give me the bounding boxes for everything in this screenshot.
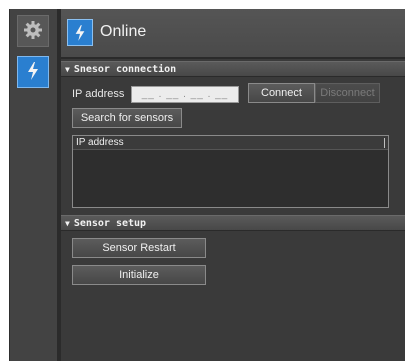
column-header-ip-address[interactable]: IP address: [73, 136, 388, 150]
sensor-list[interactable]: IP address: [72, 135, 389, 208]
ip-address-label: IP address: [72, 88, 125, 100]
disconnect-button[interactable]: Disconnect: [315, 83, 380, 103]
lightning-icon: [25, 61, 41, 84]
gear-icon: [23, 20, 43, 43]
section-sensor-setup[interactable]: ▼ Sensor setup: [61, 215, 405, 231]
ip-address-placeholder: __ . __ . __ . __: [141, 89, 229, 100]
side-rail: [9, 9, 58, 361]
panel-header: Online: [61, 9, 405, 59]
section-title: Sensor setup: [73, 218, 147, 229]
column-resize-handle[interactable]: [384, 138, 385, 148]
page-title: Online: [100, 23, 147, 40]
online-mode-button[interactable]: [17, 56, 49, 88]
online-panel: Online ▼ Snesor connection IP address __ …: [61, 9, 405, 361]
column-header-label: IP address: [76, 137, 124, 148]
ip-address-input[interactable]: __ . __ . __ . __: [131, 86, 239, 103]
sensor-restart-button[interactable]: Sensor Restart: [72, 238, 206, 258]
settings-button[interactable]: [17, 15, 49, 47]
collapse-triangle-icon: ▼: [65, 219, 70, 228]
section-sensor-connection[interactable]: ▼ Snesor connection: [61, 61, 405, 77]
initialize-button[interactable]: Initialize: [72, 265, 206, 285]
search-sensors-button[interactable]: Search for sensors: [72, 108, 182, 128]
lightning-icon: [67, 19, 93, 46]
collapse-triangle-icon: ▼: [65, 65, 70, 74]
connect-button[interactable]: Connect: [248, 83, 315, 103]
section-title: Snesor connection: [73, 64, 177, 75]
